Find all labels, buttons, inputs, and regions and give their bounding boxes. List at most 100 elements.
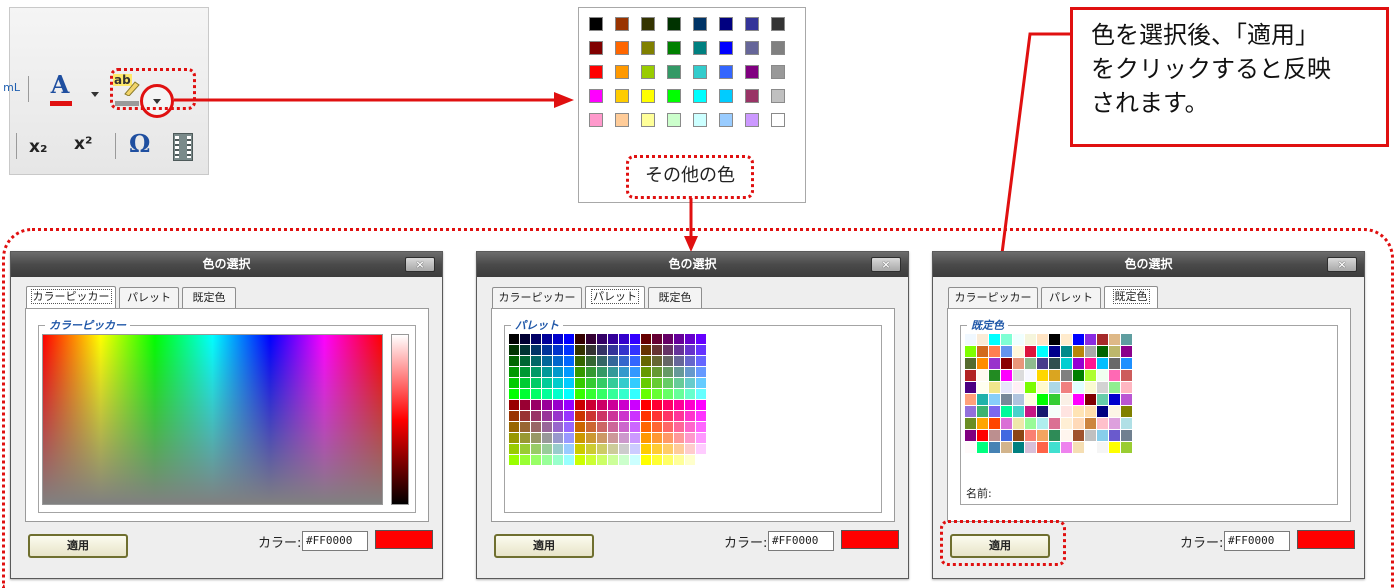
tab-palette[interactable]: パレット [585,286,645,308]
palette-swatch[interactable] [652,400,662,410]
default-color-swatch[interactable] [1109,430,1120,441]
palette-swatch[interactable] [619,378,629,388]
palette-swatch[interactable] [619,389,629,399]
popup-color-swatch[interactable] [719,41,733,55]
palette-swatch[interactable] [641,378,651,388]
popup-color-swatch[interactable] [771,41,785,55]
default-color-swatch[interactable] [965,430,976,441]
palette-swatch[interactable] [696,400,706,410]
default-color-swatch[interactable] [989,370,1000,381]
palette-swatch[interactable] [641,433,651,443]
palette-swatch[interactable] [575,378,585,388]
popup-color-swatch[interactable] [693,89,707,103]
palette-swatch[interactable] [520,422,530,432]
palette-swatch[interactable] [630,400,640,410]
default-color-swatch[interactable] [1001,430,1012,441]
default-color-swatch[interactable] [1025,334,1036,345]
popup-color-swatch[interactable] [771,17,785,31]
palette-swatch[interactable] [619,455,629,465]
palette-swatch[interactable] [520,378,530,388]
palette-swatch[interactable] [641,345,651,355]
palette-swatch[interactable] [575,345,585,355]
popup-color-swatch[interactable] [641,41,655,55]
palette-swatch[interactable] [608,422,618,432]
palette-swatch[interactable] [597,411,607,421]
default-color-swatch[interactable] [965,406,976,417]
palette-swatch[interactable] [564,389,574,399]
palette-swatch[interactable] [531,389,541,399]
palette-swatch[interactable] [575,356,585,366]
palette-swatch[interactable] [685,444,695,454]
palette-swatch[interactable] [663,444,673,454]
popup-color-swatch[interactable] [589,41,603,55]
palette-swatch[interactable] [608,367,618,377]
default-color-swatch[interactable] [1073,370,1084,381]
palette-swatch[interactable] [652,455,662,465]
default-color-swatch[interactable] [1097,418,1108,429]
palette-swatch[interactable] [696,378,706,388]
palette-swatch[interactable] [586,378,596,388]
palette-swatch[interactable] [696,334,706,344]
palette-swatch[interactable] [509,411,519,421]
default-color-swatch[interactable] [989,346,1000,357]
palette-swatch[interactable] [674,400,684,410]
default-color-swatch[interactable] [1121,346,1132,357]
default-color-swatch[interactable] [1049,334,1060,345]
palette-swatch[interactable] [575,422,585,432]
palette-swatch[interactable] [531,400,541,410]
palette-swatch[interactable] [685,345,695,355]
default-color-swatch[interactable] [1073,406,1084,417]
default-color-swatch[interactable] [989,358,1000,369]
palette-swatch[interactable] [564,444,574,454]
default-color-swatch[interactable] [1121,406,1132,417]
palette-swatch[interactable] [608,444,618,454]
default-color-swatch[interactable] [1097,394,1108,405]
palette-swatch[interactable] [696,455,706,465]
popup-color-swatch[interactable] [589,113,603,127]
default-color-swatch[interactable] [965,418,976,429]
palette-swatch[interactable] [663,400,673,410]
palette-swatch[interactable] [509,378,519,388]
default-color-swatch[interactable] [965,394,976,405]
palette-swatch[interactable] [685,455,695,465]
default-color-swatch[interactable] [1109,382,1120,393]
popup-color-swatch[interactable] [745,89,759,103]
palette-swatch[interactable] [509,367,519,377]
default-color-swatch[interactable] [1013,418,1024,429]
palette-swatch[interactable] [542,411,552,421]
palette-swatch[interactable] [553,411,563,421]
default-color-swatch[interactable] [1037,442,1048,453]
popup-color-swatch[interactable] [693,65,707,79]
default-color-swatch[interactable] [1061,382,1072,393]
palette-swatch[interactable] [531,422,541,432]
palette-swatch[interactable] [586,334,596,344]
palette-swatch[interactable] [608,455,618,465]
default-color-swatch[interactable] [1037,418,1048,429]
default-color-swatch[interactable] [1025,382,1036,393]
palette-swatch[interactable] [553,455,563,465]
default-color-swatch[interactable] [1037,370,1048,381]
default-color-swatch[interactable] [1097,358,1108,369]
default-color-swatch[interactable] [1013,406,1024,417]
palette-swatch[interactable] [641,422,651,432]
palette-swatch[interactable] [630,345,640,355]
default-color-swatch[interactable] [1121,370,1132,381]
default-color-swatch[interactable] [1121,394,1132,405]
default-color-swatch[interactable] [1109,358,1120,369]
palette-swatch[interactable] [509,455,519,465]
palette-swatch[interactable] [509,433,519,443]
default-color-swatch[interactable] [1049,406,1060,417]
palette-swatch[interactable] [586,400,596,410]
popup-color-swatch[interactable] [771,89,785,103]
default-color-swatch[interactable] [1001,334,1012,345]
palette-swatch[interactable] [663,433,673,443]
default-color-swatch[interactable] [977,334,988,345]
palette-swatch[interactable] [696,411,706,421]
palette-swatch[interactable] [630,455,640,465]
popup-color-swatch[interactable] [719,113,733,127]
palette-swatch[interactable] [597,356,607,366]
palette-swatch[interactable] [608,400,618,410]
default-color-swatch[interactable] [989,334,1000,345]
media-icon[interactable] [173,133,193,161]
default-color-swatch[interactable] [1109,406,1120,417]
